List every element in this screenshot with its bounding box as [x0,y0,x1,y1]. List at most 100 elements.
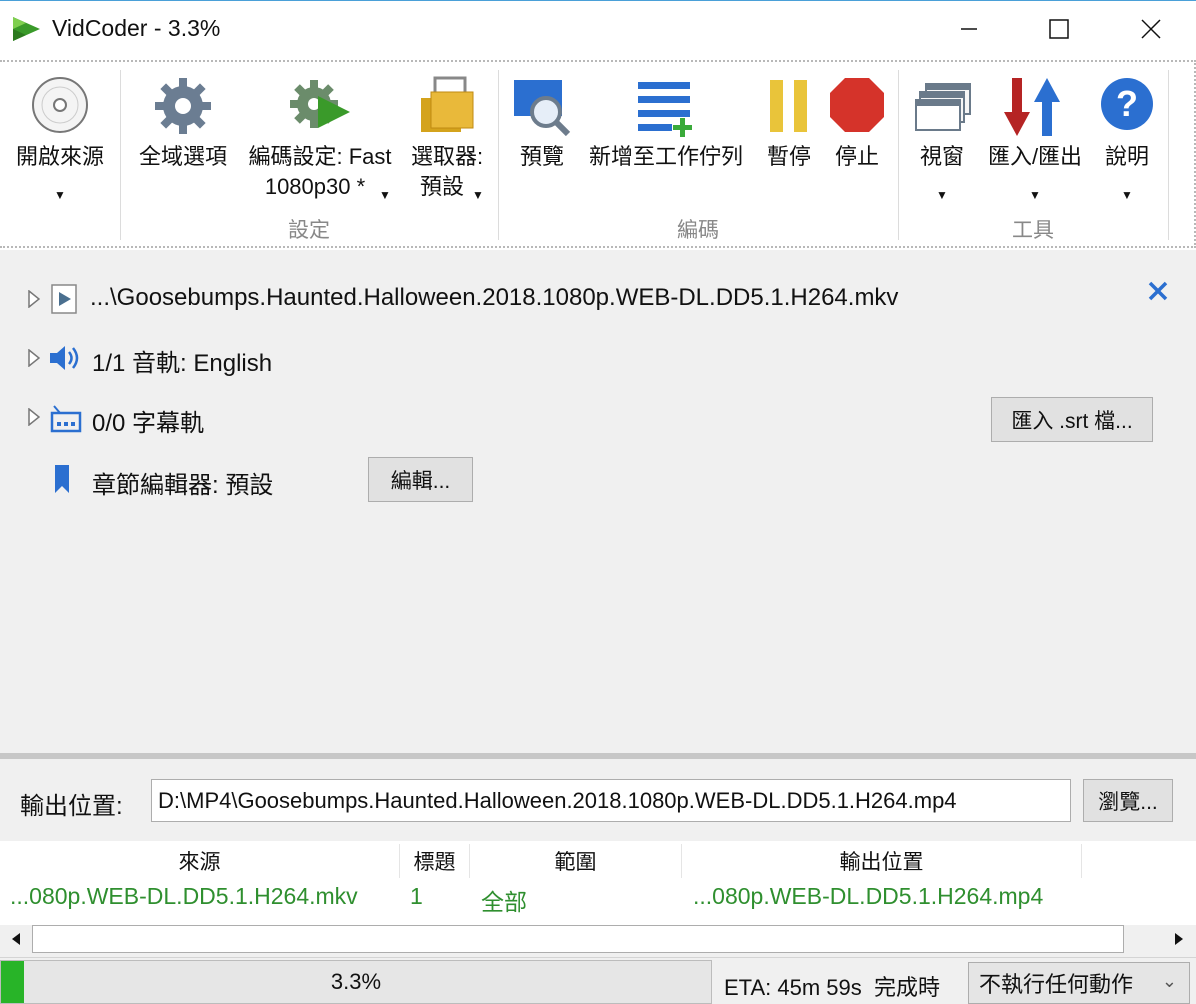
stop-button[interactable]: 停止 [824,70,890,180]
import-export-icon [1004,78,1060,136]
window-title: VidCoder - 3.3% [52,15,221,41]
edit-chapters-button[interactable]: 編輯... [368,457,473,502]
title-bar: VidCoder - 3.3% [0,0,1196,58]
eta-value: ETA: 45m 59s [724,975,862,1000]
close-icon [1148,281,1168,301]
group-label-settings: 設定 [288,219,330,242]
app-window: VidCoder - 3.3% 開啟來源 ▼ 全域選項 編碼設定: Fast 1… [0,0,1196,1004]
queue-cell-title: 1 [410,883,423,909]
help-icon: ? [1101,78,1153,130]
chevron-down-icon: ▼ [472,188,484,202]
disc-icon [32,77,88,133]
group-separator [1168,70,1169,240]
column-header-output[interactable]: 輸出位置 [682,844,1082,878]
window-menu-button[interactable]: 視窗 ▼ [906,70,978,202]
preview-label: 預覽 [519,144,564,169]
encoding-settings-button[interactable]: 編碼設定: Fast 1080p30 * ▼ [242,70,398,202]
stop-icon [830,78,884,132]
windows-icon [915,83,971,131]
subtitle-track-summary: 0/0 字幕軌 [92,410,205,437]
encode-progress-bar: 3.3% [0,960,712,1004]
source-details-panel [0,250,1196,753]
encoding-settings-label-line1: 編碼設定: Fast [248,144,392,169]
open-source-button[interactable]: 開啟來源 ▼ [4,70,116,202]
expand-triangle-icon [28,348,41,368]
expand-triangle-icon [28,407,41,427]
chevron-down-icon: ▼ [1121,188,1133,202]
global-options-button[interactable]: 全域選項 [130,70,236,180]
chapter-editor-label: 章節編輯器: 預設 [92,472,274,499]
add-to-queue-button[interactable]: 新增至工作佇列 [580,70,752,180]
output-location-label: 輸出位置: [20,793,123,820]
expand-triangle-icon [28,289,41,309]
picker-button[interactable]: 選取器: 預設 ▼ [402,70,492,202]
column-header-title[interactable]: 標題 [400,844,470,878]
minimize-icon [961,28,977,30]
video-file-icon [51,284,77,314]
subtitle-icon [50,405,82,433]
maximize-icon [1049,19,1069,39]
minimize-button[interactable] [924,1,1014,57]
window-menu-label: 視窗 [919,144,964,169]
pause-label: 暫停 [766,144,811,169]
eta-text: ETA: 45m 59s 完成時 [724,970,940,1002]
chevron-down-icon: ▼ [54,188,66,202]
help-label: 說明 [1104,144,1149,169]
close-source-button[interactable] [1146,278,1170,310]
bookmark-icon [55,465,69,493]
group-label-encoding: 編碼 [677,219,719,242]
source-file-path: ...\Goosebumps.Haunted.Halloween.2018.10… [90,284,899,311]
scrollbar-thumb[interactable] [32,925,1124,953]
chevron-down-icon: ▼ [936,188,948,202]
arrow-left-icon [12,933,20,945]
preview-button[interactable]: 預覽 [506,70,578,180]
maximize-button[interactable] [1014,1,1104,57]
chevron-down-icon: ⌄ [1161,971,1177,991]
encoding-gear-icon [290,80,350,128]
help-button[interactable]: ? 說明 ▼ [1094,70,1160,202]
source-expander[interactable] [28,289,41,313]
stop-label: 停止 [834,144,879,169]
audio-expander[interactable] [28,348,41,372]
group-label-tools: 工具 [1012,219,1054,242]
gear-icon [155,78,211,134]
scroll-left-button[interactable] [0,925,32,953]
on-complete-select[interactable]: 不執行任何動作 ⌄ [968,962,1190,1004]
encoding-settings-label-line2: 1080p30 * [264,174,366,199]
preview-magnifier-icon [514,80,571,136]
picker-label-line1: 選取器: [410,144,484,169]
column-header-range[interactable]: 範圍 [470,844,682,878]
speaker-icon [50,346,79,370]
import-export-label: 匯入/匯出 [987,144,1083,169]
audio-track-summary: 1/1 音軌: English [92,350,273,377]
picker-label-line2: 預設 [419,174,464,199]
column-header-source[interactable]: 來源 [0,844,400,878]
add-queue-icon [638,82,692,137]
close-window-button[interactable] [1106,1,1196,57]
add-to-queue-label: 新增至工作佇列 [588,144,743,169]
open-source-label: 開啟來源 [15,144,104,169]
browse-button[interactable]: 瀏覽... [1083,779,1173,822]
ribbon-toolbar: 開啟來源 ▼ 全域選項 編碼設定: Fast 1080p30 * ▼ 選取器: … [0,60,1196,248]
import-export-button[interactable]: 匯入/匯出 ▼ [980,70,1090,202]
svg-text:?: ? [1116,83,1138,124]
vidcoder-logo-icon [13,17,40,41]
scroll-right-button[interactable] [1163,925,1195,953]
chevron-down-icon: ▼ [379,188,391,202]
import-srt-button[interactable]: 匯入 .srt 檔... [991,397,1153,442]
global-options-label: 全域選項 [138,144,227,169]
close-icon [1141,19,1161,39]
on-complete-value: 不執行任何動作 [979,972,1134,997]
progress-percent-text: 3.3% [330,969,382,994]
queue-cell-source: ...080p.WEB-DL.DD5.1.H264.mkv [10,883,358,909]
on-complete-label: 完成時 [874,975,941,1000]
output-path-input[interactable] [151,779,1071,822]
queue-cell-range: 全部 [481,889,527,915]
chevron-down-icon: ▼ [1029,188,1041,202]
pause-button[interactable]: 暫停 [756,70,822,180]
queue-cell-output: ...080p.WEB-DL.DD5.1.H264.mp4 [693,883,1044,909]
pause-icon [770,80,807,132]
subtitles-expander[interactable] [28,407,41,431]
folder-picker-icon [421,76,474,132]
arrow-right-icon [1175,933,1183,945]
